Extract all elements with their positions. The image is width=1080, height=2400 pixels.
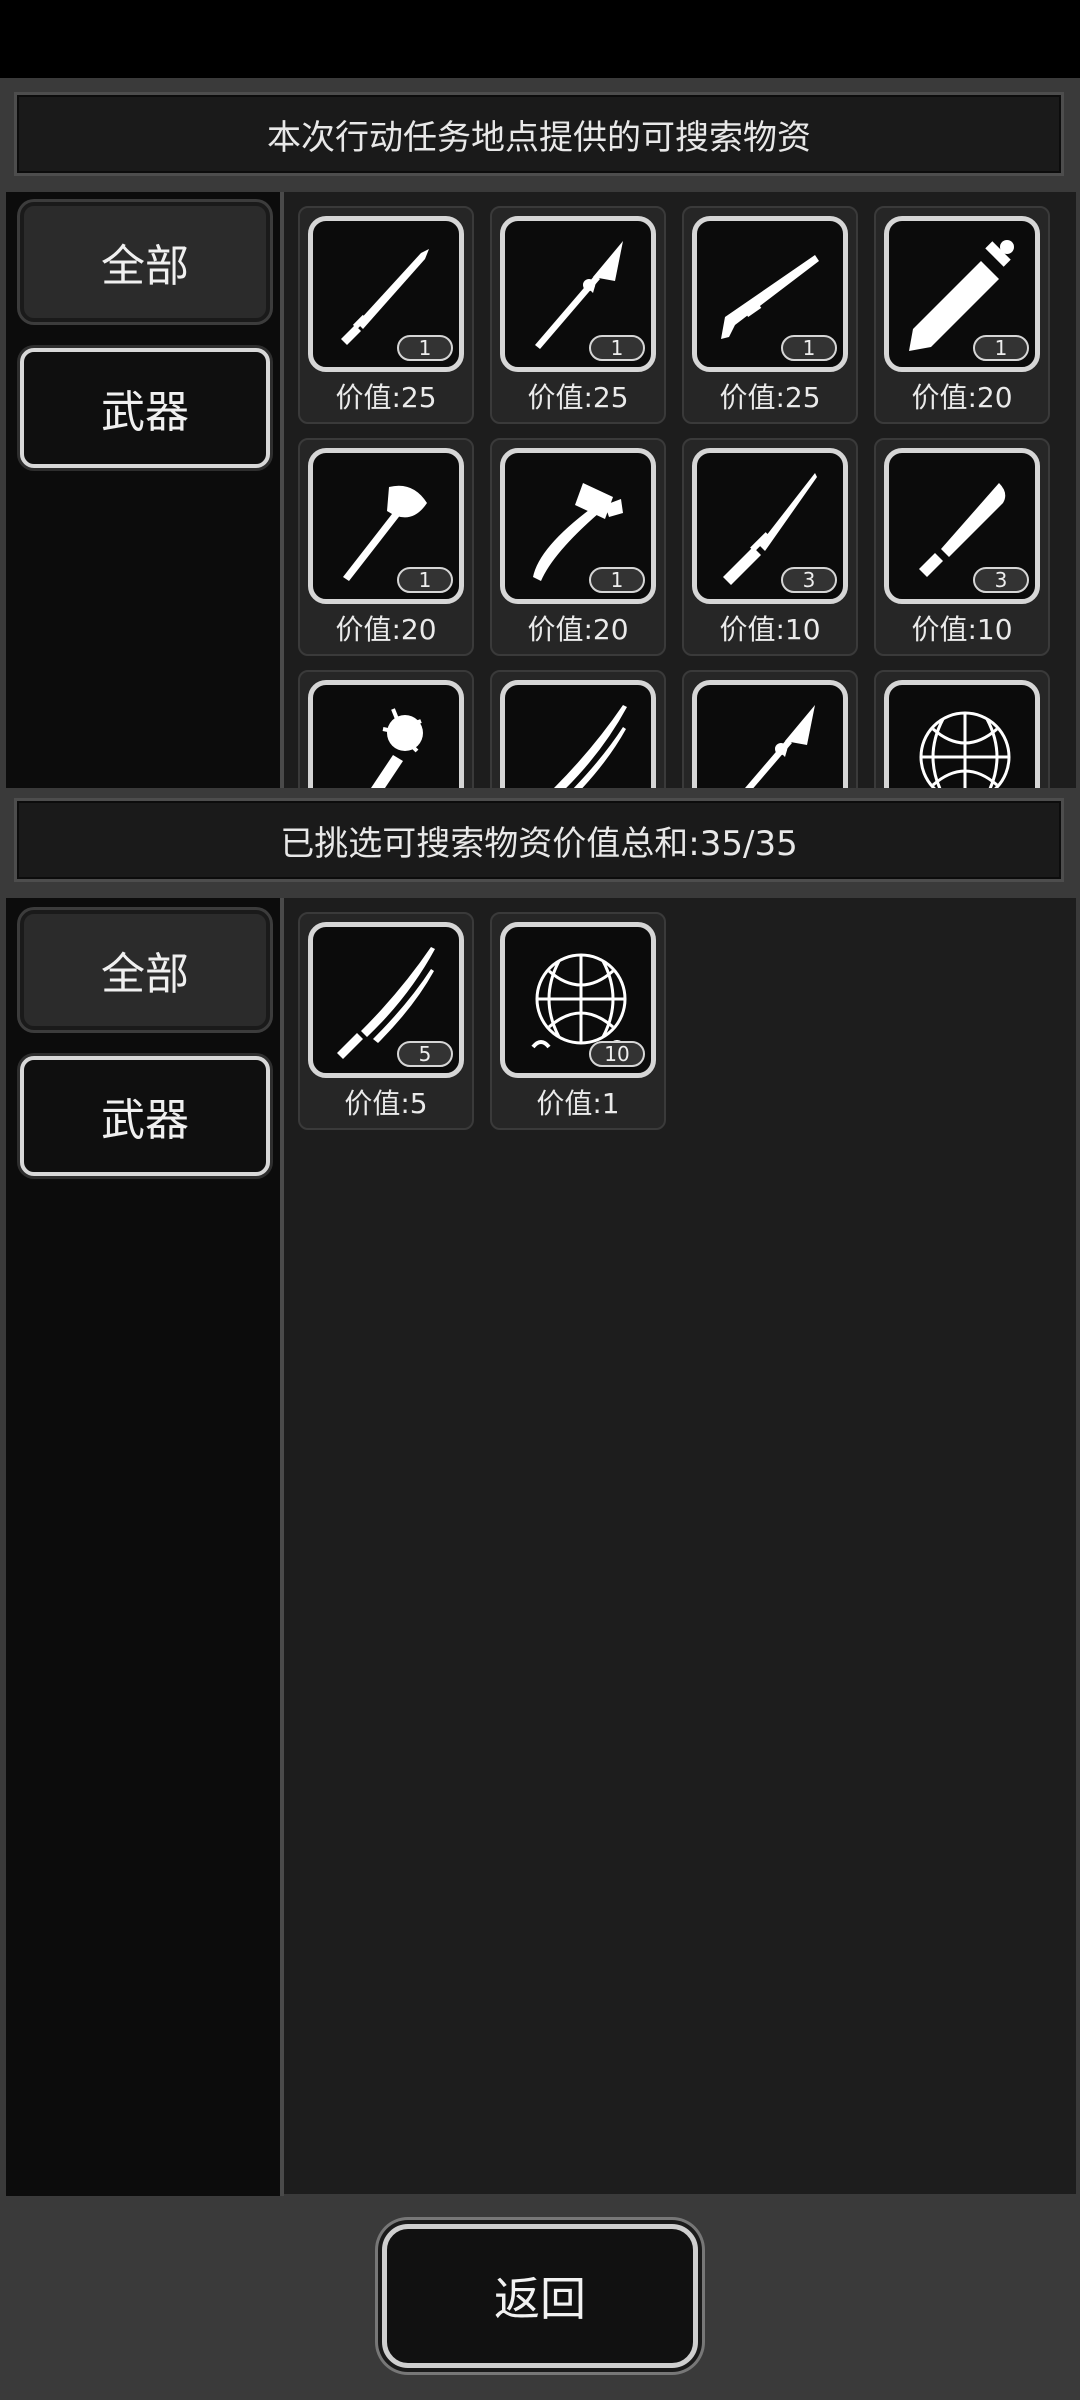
net-icon: 10 [500,922,656,1078]
available-supplies-panel: 本次行动任务地点提供的可搜索物资 全部 武器 1 价值:25 1 价值:25 1 价值:2… [0,78,1080,788]
item-quantity-badge: 1 [973,335,1029,361]
item-quantity-badge: 1 [397,567,453,593]
category-sidebar: 全部 武器 [6,898,282,2196]
item-value-label: 价值:5 [344,1087,428,1120]
selected-items-grid[interactable]: 5 价值:5 10 价值:1 [284,898,1076,2194]
item-slot[interactable]: 1 价值:25 [298,206,474,424]
item-value-label: 价值:1 [536,1087,620,1120]
item-value-label: 价值:20 [335,613,437,646]
net-icon [884,680,1040,788]
item-value-label: 价值:10 [719,613,821,646]
available-items-grid[interactable]: 1 价值:25 1 价值:25 1 价值:25 1 价值:20 1 价值:20 1 价值:20 3 价值:… [284,192,1076,788]
item-quantity-badge: 1 [589,335,645,361]
spear-icon [692,680,848,788]
dagger-icon: 3 [692,448,848,604]
item-quantity-badge: 3 [973,567,1029,593]
item-quantity-badge: 1 [781,335,837,361]
item-slot[interactable] [682,670,858,788]
status-bar [0,0,1080,78]
item-slot[interactable]: 3 价值:10 [682,438,858,656]
katana-icon [500,680,656,788]
footer-bar: 返回 [0,2196,1080,2400]
item-quantity-badge: 1 [589,567,645,593]
item-value-label: 价值:10 [911,613,1013,646]
machete-icon: 3 [884,448,1040,604]
item-slot[interactable]: 1 价值:20 [874,206,1050,424]
knife-icon: 1 [308,216,464,372]
item-slot[interactable]: 5 价值:5 [298,912,474,1130]
item-quantity-badge: 1 [397,335,453,361]
item-slot[interactable] [490,670,666,788]
item-slot[interactable]: 10 价值:1 [490,912,666,1130]
broadsword-icon: 1 [884,216,1040,372]
selected-supplies-panel: 已挑选可搜索物资价值总和:35/35 全部 武器 5 价值:5 10 价值:1 [0,788,1080,2196]
axe-icon: 1 [308,448,464,604]
category-weapons-tab[interactable]: 武器 [20,1056,270,1176]
item-value-label: 价值:20 [527,613,629,646]
spiked-club-icon [308,680,464,788]
item-quantity-badge: 10 [589,1041,645,1067]
available-supplies-header: 本次行动任务地点提供的可搜索物资 [14,92,1064,176]
selected-total-header: 已挑选可搜索物资价值总和:35/35 [14,798,1064,882]
item-slot[interactable]: 1 价值:20 [298,438,474,656]
item-slot[interactable] [874,670,1050,788]
item-value-label: 价值:25 [719,381,821,414]
item-slot[interactable]: 1 价值:25 [490,206,666,424]
shotgun-icon: 1 [692,216,848,372]
spear-icon: 1 [500,216,656,372]
back-button[interactable]: 返回 [382,2224,698,2368]
hammer-axe-icon: 1 [500,448,656,604]
category-weapons-tab[interactable]: 武器 [20,348,270,468]
category-sidebar: 全部 武器 [6,192,282,788]
item-slot[interactable]: 1 价值:25 [682,206,858,424]
item-value-label: 价值:20 [911,381,1013,414]
item-value-label: 价值:25 [527,381,629,414]
item-quantity-badge: 3 [781,567,837,593]
item-slot[interactable]: 3 价值:10 [874,438,1050,656]
katana-icon: 5 [308,922,464,1078]
category-all-tab[interactable]: 全部 [20,202,270,322]
item-slot[interactable] [298,670,474,788]
item-value-label: 价值:25 [335,381,437,414]
item-slot[interactable]: 1 价值:20 [490,438,666,656]
category-all-tab[interactable]: 全部 [20,910,270,1030]
item-quantity-badge: 5 [397,1041,453,1067]
